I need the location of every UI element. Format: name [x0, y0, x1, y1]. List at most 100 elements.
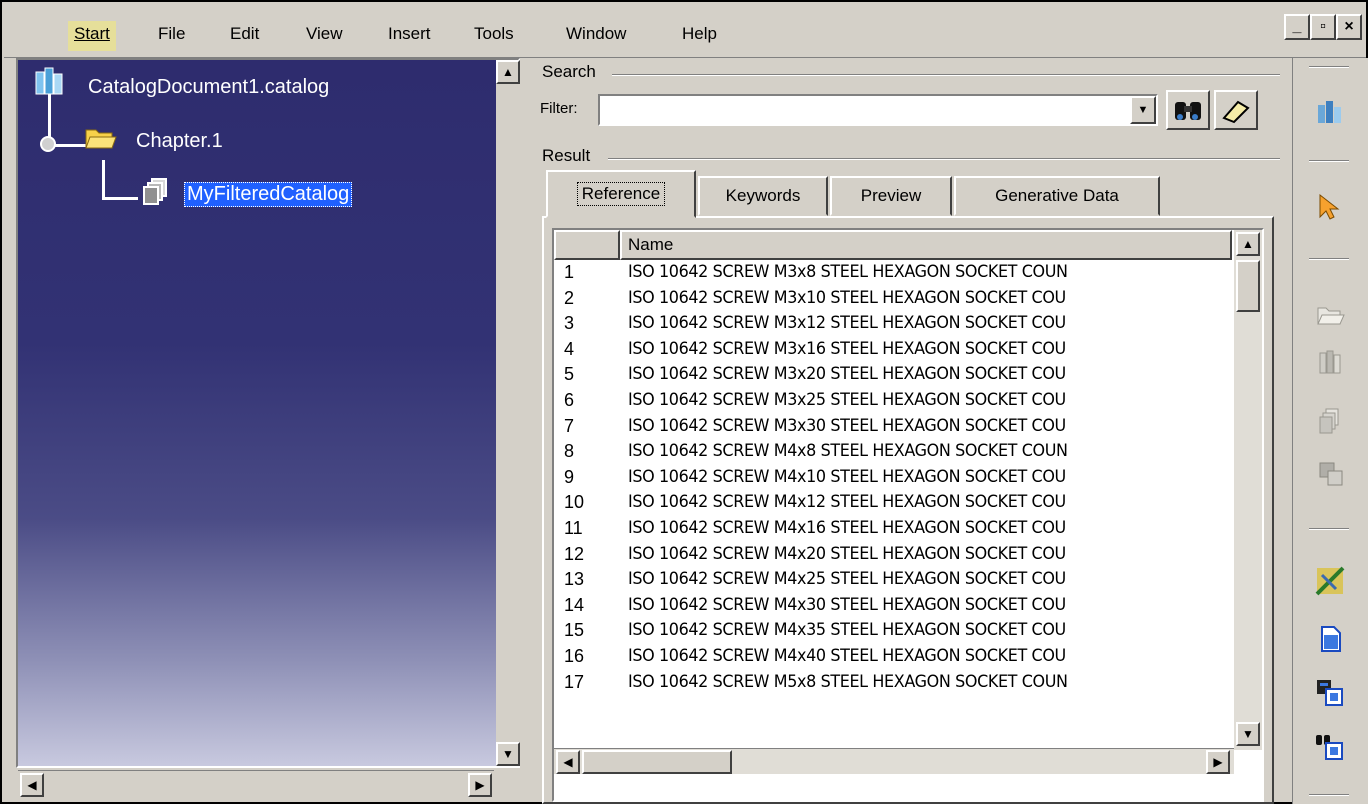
- tab-reference[interactable]: Reference: [546, 170, 696, 218]
- filter-input[interactable]: [600, 96, 1130, 124]
- arrow-up-icon: ▲: [1242, 237, 1254, 251]
- list-item[interactable]: 4 ISO 10642 SCREW M3x16 STEEL HEXAGON SOC…: [554, 339, 1232, 364]
- arrow-right-icon: ▶: [475, 778, 485, 792]
- row-name: ISO 10642 SCREW M4x8 STEEL HEXAGON SOCKE…: [628, 441, 1068, 462]
- tree-vertical-scrollbar[interactable]: ▲ ▼: [496, 60, 520, 766]
- list-hscroll-thumb[interactable]: [582, 750, 732, 774]
- row-index: 5: [564, 364, 575, 385]
- menu-insert-label: Insert: [388, 24, 431, 43]
- filter-dropdown-button[interactable]: ▼: [1130, 96, 1156, 124]
- tree-connector: [102, 197, 138, 200]
- list-item[interactable]: 6 ISO 10642 SCREW M3x25 STEEL HEXAGON SOC…: [554, 390, 1232, 415]
- list-vertical-scrollbar[interactable]: ▲ ▼: [1234, 230, 1262, 750]
- menu-tools[interactable]: Tools: [468, 21, 520, 51]
- catalog-browser-icon[interactable]: [1311, 92, 1349, 130]
- tab-preview[interactable]: Preview: [830, 176, 952, 216]
- list-item[interactable]: 12 ISO 10642 SCREW M4x20 STEEL HEXAGON SO…: [554, 544, 1232, 569]
- menu-edit[interactable]: Edit: [224, 21, 265, 51]
- tab-generative-data[interactable]: Generative Data: [954, 176, 1160, 216]
- tree-root-label[interactable]: CatalogDocument1.catalog: [88, 76, 329, 99]
- list-scroll-down-button[interactable]: ▼: [1236, 722, 1260, 746]
- specification-tree-panel: CatalogDocument1.catalog Chapter.1 MyFil…: [16, 58, 520, 768]
- row-index: 1: [564, 262, 575, 282]
- list-item[interactable]: 13 ISO 10642 SCREW M4x25 STEEL HEXAGON SO…: [554, 569, 1232, 594]
- list-scroll-left-button[interactable]: ◀: [556, 750, 580, 774]
- menu-view[interactable]: View: [300, 21, 349, 51]
- arrow-left-icon: ◀: [27, 778, 37, 792]
- eraser-icon: [1222, 100, 1250, 124]
- toolbar-separator: [1309, 258, 1349, 260]
- tree-chapter-label[interactable]: Chapter.1: [136, 130, 223, 153]
- search-button[interactable]: [1166, 90, 1210, 130]
- list-item[interactable]: 10 ISO 10642 SCREW M4x12 STEEL HEXAGON SO…: [554, 492, 1232, 517]
- menu-window[interactable]: Window: [560, 21, 632, 51]
- filter-combo[interactable]: ▼: [598, 94, 1158, 126]
- tree-selected-catalog[interactable]: MyFilteredCatalog: [184, 182, 353, 207]
- toolbar-separator: [1309, 794, 1349, 796]
- list-item[interactable]: 9 ISO 10642 SCREW M4x10 STEEL HEXAGON SOC…: [554, 467, 1232, 492]
- row-name: ISO 10642 SCREW M3x30 STEEL HEXAGON SOCK…: [628, 415, 1066, 436]
- toolbar-separator: [1309, 528, 1349, 530]
- list-scroll-right-button[interactable]: ▶: [1206, 750, 1230, 774]
- menu-file[interactable]: File: [152, 21, 191, 51]
- tree-connector: [102, 160, 105, 200]
- add-component-icon[interactable]: [1311, 674, 1349, 712]
- menu-tools-label: Tools: [474, 24, 514, 43]
- list-item[interactable]: 1 ISO 10642 SCREW M3x8 STEEL HEXAGON SOCK…: [554, 262, 1232, 287]
- list-item[interactable]: 2 ISO 10642 SCREW M3x10 STEEL HEXAGON SOC…: [554, 288, 1232, 313]
- minimize-icon: _: [1292, 18, 1302, 35]
- generate-icon[interactable]: [1311, 562, 1349, 600]
- row-index: 6: [564, 390, 575, 410]
- row-index: 8: [564, 441, 575, 462]
- list-item[interactable]: 17 ISO 10642 SCREW M5x8 STEEL HEXAGON SOC…: [554, 672, 1232, 697]
- row-name: ISO 10642 SCREW M3x12 STEEL HEXAGON SOCK…: [628, 313, 1066, 334]
- minimize-button[interactable]: _: [1284, 14, 1310, 40]
- row-name: ISO 10642 SCREW M4x10 STEEL HEXAGON SOCK…: [628, 466, 1066, 487]
- list-item[interactable]: 7 ISO 10642 SCREW M3x30 STEEL HEXAGON SOC…: [554, 416, 1232, 441]
- tab-keywords[interactable]: Keywords: [698, 176, 828, 216]
- menu-start[interactable]: Start: [68, 21, 116, 51]
- close-button[interactable]: ×: [1336, 14, 1362, 40]
- tab-reference-label: Reference: [576, 182, 666, 206]
- list-scroll-thumb[interactable]: [1236, 260, 1260, 312]
- restore-button[interactable]: ▫: [1310, 14, 1336, 40]
- list-item[interactable]: 14 ISO 10642 SCREW M4x30 STEEL HEXAGON SO…: [554, 595, 1232, 620]
- scroll-right-button[interactable]: ▶: [468, 773, 492, 797]
- list-item[interactable]: 5 ISO 10642 SCREW M3x20 STEEL HEXAGON SOC…: [554, 364, 1232, 389]
- menu-help[interactable]: Help: [676, 21, 723, 51]
- clear-filter-button[interactable]: [1214, 90, 1258, 130]
- scroll-down-button[interactable]: ▼: [496, 742, 520, 766]
- list-item[interactable]: 16 ISO 10642 SCREW M4x40 STEEL HEXAGON SO…: [554, 646, 1232, 671]
- tree-horizontal-scrollbar[interactable]: ◀ ▶: [18, 770, 494, 798]
- filtered-catalog-icon: [143, 178, 167, 205]
- add-document-icon[interactable]: [1311, 620, 1349, 658]
- row-name: ISO 10642 SCREW M4x16 STEEL HEXAGON SOCK…: [628, 518, 1066, 538]
- chapter-icon[interactable]: [1311, 344, 1349, 382]
- tree-node-icon[interactable]: [38, 134, 58, 154]
- row-name: ISO 10642 SCREW M4x40 STEEL HEXAGON SOCK…: [628, 646, 1066, 666]
- toolbar-separator: [1309, 66, 1349, 68]
- list-item[interactable]: 15 ISO 10642 SCREW M4x35 STEEL HEXAGON SO…: [554, 620, 1232, 645]
- window-controls: _ ▫ ×: [1284, 14, 1362, 40]
- column-header-index[interactable]: [554, 230, 620, 260]
- menu-insert[interactable]: Insert: [382, 21, 437, 51]
- list-scroll-up-button[interactable]: ▲: [1236, 232, 1260, 256]
- family-icon[interactable]: [1311, 402, 1349, 440]
- add-query-icon[interactable]: [1311, 728, 1349, 766]
- column-header-name[interactable]: Name: [620, 230, 1232, 260]
- scroll-up-button[interactable]: ▲: [496, 60, 520, 84]
- list-item[interactable]: 3 ISO 10642 SCREW M3x12 STEEL HEXAGON SOC…: [554, 313, 1232, 338]
- list-item[interactable]: 11 ISO 10642 SCREW M4x16 STEEL HEXAGON SO…: [554, 518, 1232, 543]
- open-folder-icon[interactable]: [1311, 296, 1349, 334]
- list-horizontal-scrollbar[interactable]: ◀ ▶: [554, 748, 1234, 774]
- arrow-down-icon: ▼: [502, 747, 514, 761]
- binoculars-icon: [1175, 102, 1201, 120]
- arrow-left-icon: ◀: [563, 755, 573, 769]
- part-family-icon[interactable]: [1311, 454, 1349, 492]
- scroll-left-button[interactable]: ◀: [20, 773, 44, 797]
- list-item[interactable]: 8 ISO 10642 SCREW M4x8 STEEL HEXAGON SOCK…: [554, 441, 1232, 466]
- select-arrow-icon[interactable]: [1311, 188, 1349, 226]
- tab-preview-label: Preview: [860, 186, 922, 205]
- menu-edit-label: Edit: [230, 24, 260, 43]
- row-index: 7: [564, 415, 575, 436]
